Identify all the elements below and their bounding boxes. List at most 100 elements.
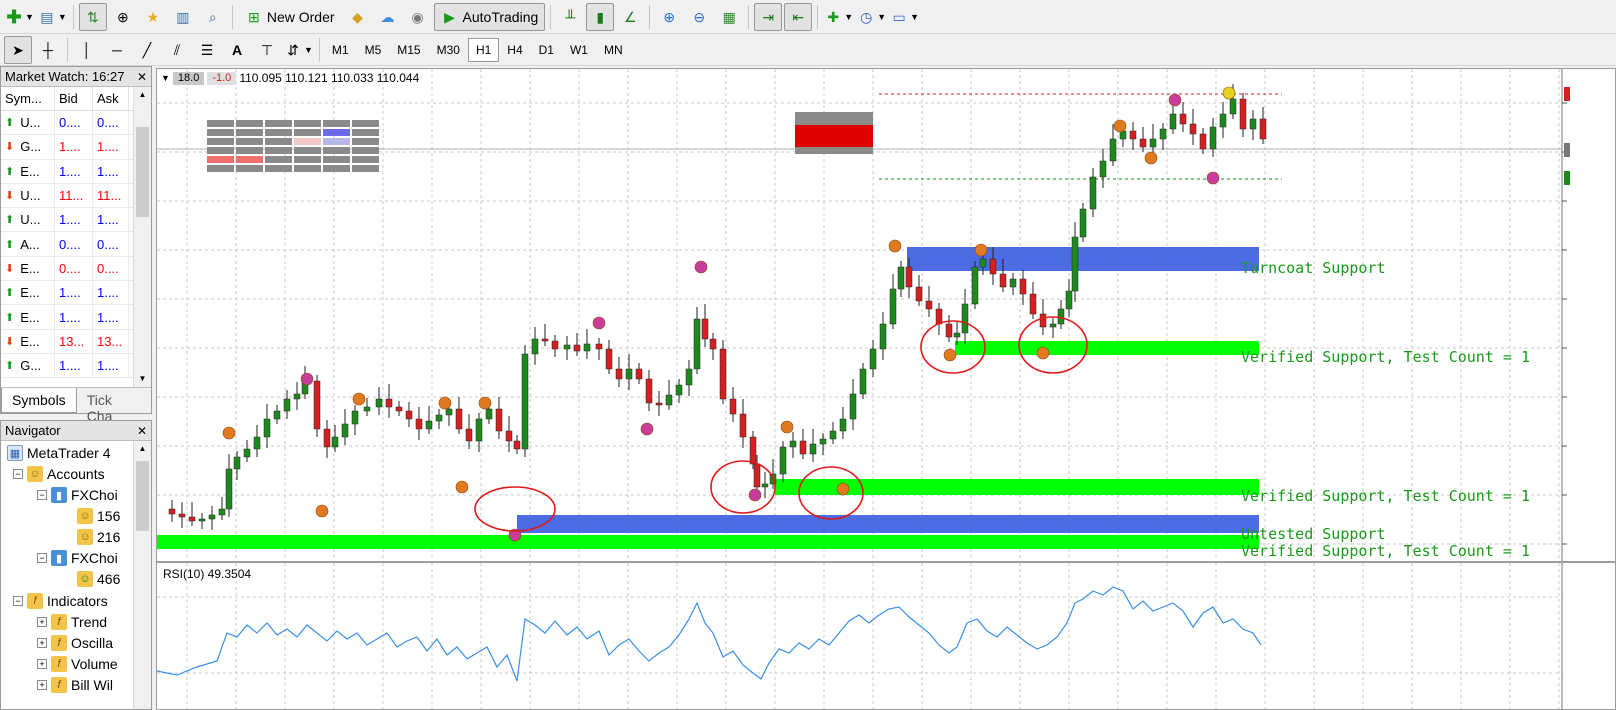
crosshair-tool[interactable]: ┼ (34, 36, 62, 64)
bear-candle (749, 436, 757, 465)
tab-symbols[interactable]: Symbols (1, 388, 77, 413)
arrows-tool[interactable]: ⇵ ▼ (283, 36, 314, 64)
nav-trend[interactable]: + f Trend (37, 614, 107, 630)
pip-tag[interactable]: -1.0 (207, 71, 237, 85)
tile-windows-button[interactable]: ▦ (715, 3, 743, 31)
collapse-icon[interactable]: − (13, 469, 23, 479)
close-icon[interactable]: ✕ (137, 424, 147, 438)
bull-candle (233, 456, 241, 470)
ask-cell: 11... (93, 183, 129, 208)
lot-size-tag[interactable]: 18.0 (172, 71, 205, 85)
nav-broker-2[interactable]: − ▮ FXChoi (37, 550, 118, 566)
market-watch-row[interactable]: ⬆ G... 1.... 1.... (1, 353, 151, 379)
terminal-toggle[interactable]: ▥ (169, 3, 197, 31)
trendline-tool[interactable]: ╱ (133, 36, 161, 64)
timeframe-h4[interactable]: H4 (499, 38, 530, 62)
zoom-in-button[interactable]: ⊕ (655, 3, 683, 31)
indicators-menu-button[interactable]: ✚ ▼ (823, 3, 854, 31)
autoscroll-button[interactable]: ⇥ (754, 2, 783, 31)
symbol-name: E... (20, 163, 40, 179)
nav-broker-1[interactable]: − ▮ FXChoi (37, 487, 118, 503)
collapse-icon[interactable]: − (37, 553, 47, 563)
nav-account-2[interactable]: ☺ 216 (77, 529, 120, 545)
scroll-down-icon[interactable]: ▼ (134, 371, 151, 387)
market-watch-toggle[interactable]: ⇅ (78, 2, 107, 31)
nav-indicators[interactable]: − f Indicators (13, 593, 108, 609)
candlestick-button[interactable]: ▮ (586, 2, 615, 31)
text-label-icon: ⊤ (260, 41, 274, 58)
new-chart-button[interactable]: ✚ ▼ (4, 3, 35, 31)
timeframe-d1[interactable]: D1 (531, 38, 562, 62)
collapse-icon[interactable]: − (13, 596, 23, 606)
nav-root[interactable]: ▦ MetaTrader 4 (7, 445, 111, 461)
vertical-line-tool[interactable]: │ (73, 36, 101, 64)
timeframe-mn[interactable]: MN (596, 38, 631, 62)
periods-menu-button[interactable]: ◷ ▼ (856, 3, 887, 31)
market-button[interactable]: ◉ (404, 3, 432, 31)
bear-candle (188, 516, 196, 522)
rsi-pane[interactable] (157, 563, 1615, 709)
chart-shift-button[interactable]: ⇤ (784, 2, 813, 31)
market-watch-row[interactable]: ⬆ E... 1.... 1.... (1, 305, 151, 330)
market-watch-row[interactable]: ⬆ A... 0.... 0.... (1, 232, 151, 257)
text-label-tool[interactable]: ⊤ (253, 36, 281, 64)
market-watch-row[interactable]: ⬆ E... 1.... 1.... (1, 159, 151, 184)
navigator-scrollbar[interactable]: ▲ (133, 441, 151, 709)
market-watch-row[interactable]: ⬇ E... 0.... 0.... (1, 256, 151, 282)
timeframe-m5[interactable]: M5 (357, 38, 390, 62)
expand-icon[interactable]: + (37, 659, 47, 669)
timeframe-w1[interactable]: W1 (562, 38, 596, 62)
profiles-button[interactable]: ▤ ▼ (37, 3, 68, 31)
close-icon[interactable]: ✕ (137, 70, 147, 84)
market-watch-row[interactable]: ⬇ U... 11... 11... (1, 183, 151, 209)
nav-volumes[interactable]: + f Volume (37, 656, 118, 672)
market-watch-scrollbar[interactable]: ▲ ▼ (133, 87, 151, 387)
market-watch-row[interactable]: ⬇ G... 1.... 1.... (1, 135, 151, 160)
autotrading-button[interactable]: ▶ AutoTrading (433, 2, 546, 31)
nav-account-3[interactable]: ☺ 466 (77, 571, 120, 587)
templates-menu-button[interactable]: ▭ ▼ (889, 3, 920, 31)
collapse-icon[interactable]: − (37, 490, 47, 500)
line-chart-button[interactable]: ∠ (616, 3, 644, 31)
timeframe-m1[interactable]: M1 (324, 38, 357, 62)
equidistant-channel-tool[interactable]: ⫽ (163, 36, 191, 64)
market-watch-row[interactable]: ⬆ E... 1.... 1.... (1, 281, 151, 306)
fibonacci-tool[interactable]: ☰ (193, 36, 221, 64)
zoom-out-button[interactable]: ⊖ (685, 3, 713, 31)
timeframe-m15[interactable]: M15 (389, 38, 428, 62)
nav-accounts[interactable]: − ☺ Accounts (13, 466, 105, 482)
market-watch-row[interactable]: ⬆ U... 1.... 1.... (1, 208, 151, 233)
metaeditor-button[interactable]: ◆ (344, 3, 372, 31)
nav-account-1[interactable]: ☺ 156 (77, 508, 120, 524)
scroll-thumb[interactable] (136, 461, 149, 531)
data-window-toggle[interactable]: ⊕ (109, 3, 137, 31)
expand-icon[interactable]: + (37, 638, 47, 648)
horizontal-line-tool[interactable]: ─ (103, 36, 131, 64)
strategy-tester-toggle[interactable]: ⌕ (199, 3, 227, 31)
text-tool[interactable]: A (223, 36, 251, 64)
column-header-symbol[interactable]: Sym... (1, 87, 55, 110)
nav-oscillators[interactable]: + f Oscilla (37, 635, 113, 651)
column-header-ask[interactable]: Ask (93, 87, 129, 110)
market-watch-row[interactable]: ⬇ E... 13... 13... (1, 329, 151, 354)
timeframe-h1[interactable]: H1 (467, 37, 500, 62)
scroll-up-icon[interactable]: ▲ (134, 441, 151, 457)
trade-panel-toggle-icon[interactable]: ▼ (161, 73, 170, 83)
scroll-up-icon[interactable]: ▲ (134, 87, 151, 103)
signals-button[interactable]: ☁ (374, 3, 402, 31)
star-icon: ★ (146, 8, 160, 25)
cursor-tool[interactable]: ➤ (4, 35, 32, 64)
tab-tick-chart[interactable]: Tick Cha (77, 388, 151, 424)
bar-chart-button[interactable]: ╨ (556, 3, 584, 31)
scroll-thumb[interactable] (136, 127, 149, 217)
column-header-bid[interactable]: Bid (55, 87, 93, 110)
expand-icon[interactable]: + (37, 680, 47, 690)
expand-icon[interactable]: + (37, 617, 47, 627)
market-watch-row[interactable]: ⬆ U... 0.... 0.... (1, 111, 151, 136)
bear-candle (541, 338, 549, 342)
new-order-button[interactable]: ⊞ New Order (238, 3, 342, 31)
nav-bill-williams[interactable]: + f Bill Wil (37, 677, 113, 693)
timeframe-m30[interactable]: M30 (429, 38, 468, 62)
chart-window[interactable]: ▼ 18.0 -1.0 110.095 110.121 110.033 110.… (156, 68, 1616, 710)
navigator-toggle[interactable]: ★ (139, 3, 167, 31)
